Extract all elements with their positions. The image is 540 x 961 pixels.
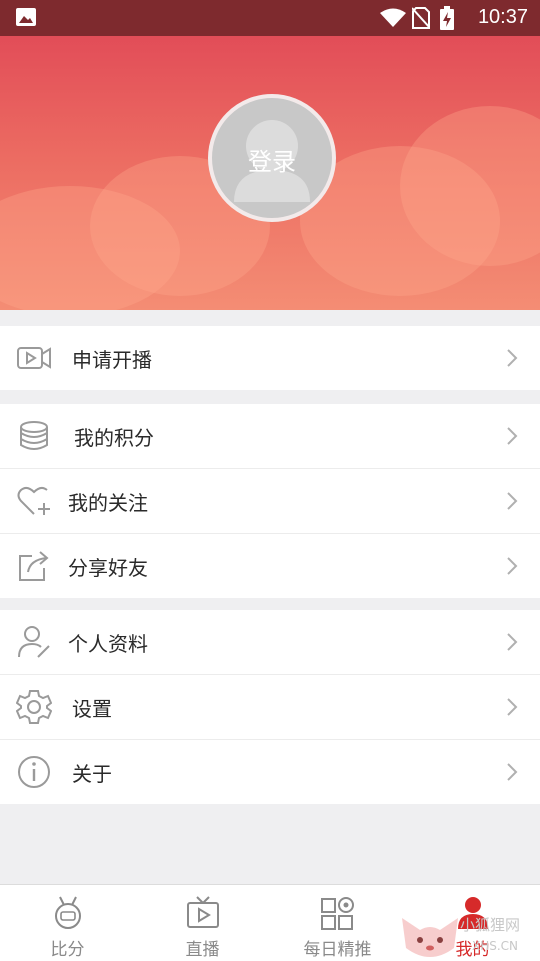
chevron-right-icon xyxy=(507,492,518,510)
daily-pick-icon xyxy=(320,897,354,930)
menu-item-label: 个人资料 xyxy=(68,632,148,656)
menu-item-label: 我的积分 xyxy=(74,426,154,450)
tab-label: 直播 xyxy=(185,940,220,960)
login-label: 登录 xyxy=(248,148,296,176)
chevron-right-icon xyxy=(507,557,518,575)
gear-icon xyxy=(16,690,52,724)
chevron-right-icon xyxy=(507,633,518,651)
menu-item-label: 设置 xyxy=(72,697,112,721)
avatar-login-button[interactable]: 登录 xyxy=(208,94,336,222)
menu-group-settings: 个人资料 设置 关于 xyxy=(0,610,540,804)
fox-watermark-logo: 小狐狸网 XHS.CN xyxy=(402,916,520,957)
tab-label: 比分 xyxy=(50,940,85,960)
tab-label: 每日精推 xyxy=(303,940,372,960)
coin-stack-icon xyxy=(20,421,48,450)
tab-score[interactable]: 比分 xyxy=(0,885,135,961)
menu-group-account: 我的积分 我的关注 分享好友 xyxy=(0,404,540,598)
score-medal-icon xyxy=(54,896,81,929)
video-camera-icon xyxy=(17,347,51,369)
wifi-icon xyxy=(380,8,406,27)
menu-item-apply-broadcast[interactable]: 申请开播 xyxy=(0,326,540,390)
menu-group-broadcast: 申请开播 xyxy=(0,326,540,390)
image-icon xyxy=(16,8,36,26)
tab-live[interactable]: 直播 xyxy=(135,885,270,961)
chevron-right-icon xyxy=(507,763,518,781)
heart-plus-icon xyxy=(17,486,50,515)
menu-item-about[interactable]: 关于 xyxy=(0,740,540,804)
chevron-right-icon xyxy=(507,427,518,445)
share-icon xyxy=(19,551,49,581)
chevron-right-icon xyxy=(507,349,518,367)
svg-text:XHS.CN: XHS.CN xyxy=(472,939,518,953)
info-icon xyxy=(18,756,50,788)
menu-item-label: 分享好友 xyxy=(68,556,148,580)
menu-item-points[interactable]: 我的积分 xyxy=(0,404,540,469)
menu-item-label: 申请开播 xyxy=(72,348,152,372)
menu-item-label: 关于 xyxy=(72,762,112,786)
user-edit-icon xyxy=(18,626,50,658)
menu-item-following[interactable]: 我的关注 xyxy=(0,469,540,534)
profile-header: 登录 xyxy=(0,36,540,310)
no-sim-icon xyxy=(412,7,430,29)
menu-item-share[interactable]: 分享好友 xyxy=(0,534,540,598)
battery-charging-icon xyxy=(440,6,454,30)
chevron-right-icon xyxy=(507,698,518,716)
status-time: 10:37 xyxy=(477,6,528,28)
menu-item-settings[interactable]: 设置 xyxy=(0,675,540,740)
svg-text:小狐狸网: 小狐狸网 xyxy=(460,916,520,934)
tab-daily-picks[interactable]: 每日精推 xyxy=(270,885,405,961)
menu-item-label: 我的关注 xyxy=(68,491,148,515)
tv-icon xyxy=(186,896,219,928)
menu-item-profile-info[interactable]: 个人资料 xyxy=(0,610,540,675)
status-bar: 10:37 xyxy=(0,0,540,36)
